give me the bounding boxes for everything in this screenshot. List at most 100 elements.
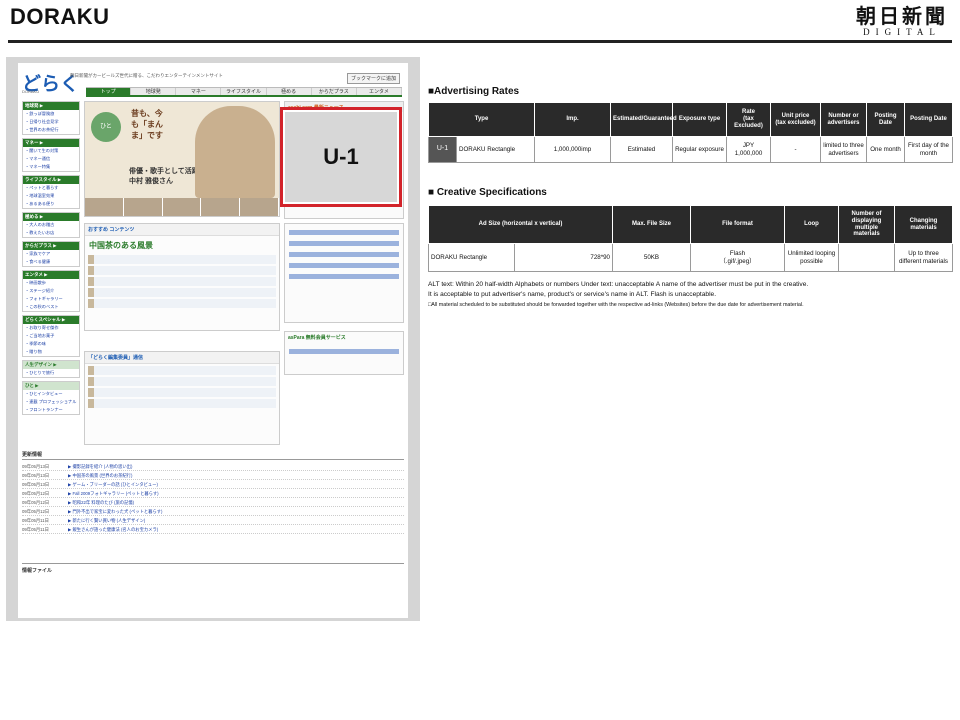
nav-entame[interactable]: エンタメ: [357, 88, 402, 95]
lnav-item[interactable]: ・世界のお茶紀行: [23, 126, 79, 134]
thumbnail[interactable]: [85, 198, 124, 216]
lnav-item[interactable]: ・贈り物: [23, 348, 79, 356]
nav-karada[interactable]: からだプラス: [312, 88, 357, 95]
specs-size: 728*90: [514, 243, 613, 272]
lnav-item[interactable]: ・この秋のベスト: [23, 303, 79, 311]
lnav-item[interactable]: ・連載 プロフェッショナル: [23, 398, 79, 406]
lnav-item[interactable]: ・お取り寄せ傑作: [23, 324, 79, 332]
recommend-row[interactable]: [88, 266, 276, 275]
nav-kiwameru[interactable]: 極める: [267, 88, 312, 95]
news-text[interactable]: ▶ 新たに行く賢い買い物 (人生デザイン): [68, 516, 145, 524]
recommend-row[interactable]: [88, 255, 276, 264]
news-row[interactable]: 09年05月13日 ▶ 撮影記録を紹介 (人物の思い出): [22, 462, 404, 471]
nav-money[interactable]: マネー: [176, 88, 222, 95]
news-row[interactable]: 09年05月11日 ▶ 飯生さんが語った健康法 (名人のお宝カメラ): [22, 525, 404, 534]
lnav-head[interactable]: エンタメ ▶: [23, 271, 79, 279]
lnav-head[interactable]: 地球発 ▶: [23, 102, 79, 110]
lnav-item[interactable]: ・マネー通信: [23, 155, 79, 163]
lnav-item[interactable]: ・聞いて生の対策: [23, 147, 79, 155]
thumbnail[interactable]: [162, 198, 202, 216]
thumbnail[interactable]: [201, 198, 241, 216]
editor-row[interactable]: [88, 388, 276, 397]
lnav-item[interactable]: ・教えたいお店: [23, 229, 79, 237]
lnav-item[interactable]: ・鉄っぽ冒険旅: [23, 110, 79, 118]
lnav-head[interactable]: 極める ▶: [23, 213, 79, 221]
nav-lifestyle[interactable]: ライフスタイル: [221, 88, 267, 95]
link-line[interactable]: [289, 349, 399, 354]
thumbnail[interactable]: [123, 198, 163, 216]
specs-th-changing: Changing materials: [894, 205, 953, 244]
doraku-page-mock: どらく DORAKU 朝日新聞がカービールズ世代に贈る、こだわりエンターテインメ…: [18, 63, 408, 618]
lnav-item[interactable]: ・フォトギャラリー: [23, 295, 79, 303]
lnav-item[interactable]: ・ステージ紹介: [23, 287, 79, 295]
editor-row[interactable]: [88, 399, 276, 408]
lnav-item[interactable]: ・地球温室効果: [23, 192, 79, 200]
link-line[interactable]: [289, 274, 399, 279]
hito-interview-banner[interactable]: ひと 昔も、今も「まんま」です 俳優・歌手として活躍 中村 雅俊さん: [84, 101, 280, 217]
lnav-head[interactable]: からだプラス ▶: [23, 242, 79, 250]
lnav-item[interactable]: ・ひとインタビュー: [23, 390, 79, 398]
editor-row[interactable]: [88, 366, 276, 375]
news-text[interactable]: ▶ 昭和22年 料理のたび (旅の記憶): [68, 498, 134, 506]
lnav-item[interactable]: ・日帰り社会見学: [23, 118, 79, 126]
hito-badge: ひと: [91, 112, 121, 142]
recommend-feature[interactable]: 中国茶のある風景: [85, 236, 279, 253]
lnav-item[interactable]: ・季節の味: [23, 340, 79, 348]
news-text[interactable]: ▶ 中国茶の風景 (世界のお茶紀行): [68, 471, 132, 479]
specs-th-max-size: Max. File Size: [612, 205, 691, 244]
logo-kanji: 朝日新聞: [856, 4, 948, 28]
logo-digital: DIGITAL: [863, 27, 941, 37]
lnav-item[interactable]: ・家族でケア: [23, 250, 79, 258]
news-row[interactable]: 09年05月13日 ▶ ゲーム・ブリーダーの話 (ひとインタビュー): [22, 480, 404, 489]
nav-top[interactable]: トップ: [86, 88, 132, 95]
thumbnail[interactable]: [240, 198, 279, 216]
news-updates: 更新情報 09年05月13日 ▶ 撮影記録を紹介 (人物の思い出) 09年05月1…: [22, 451, 404, 534]
nav-chikyu[interactable]: 地球発: [131, 88, 177, 95]
lnav-head[interactable]: 人生デザイン ▶: [23, 361, 79, 369]
lnav-head[interactable]: どらくスペシャル ▶: [23, 316, 79, 324]
news-row[interactable]: 09年05月12日 ▶ 昭和22年 料理のたび (旅の記憶): [22, 498, 404, 507]
specs-table: Ad Size (horizontal x vertical) Max. Fil…: [428, 205, 953, 272]
news-text[interactable]: ▶ 飯生さんが語った健康法 (名人のお宝カメラ): [68, 525, 158, 533]
news-row[interactable]: 09年05月12日 ▶ 門外不出で家宝に変わった犬 (ペットと暮らす): [22, 507, 404, 516]
lnav-item[interactable]: ・あるある便り: [23, 200, 79, 208]
site-tagline: 朝日新聞がカービールズ世代に贈る、こだわりエンターテインメントサイト: [70, 73, 223, 78]
editor-row[interactable]: [88, 377, 276, 386]
link-line[interactable]: [289, 252, 399, 257]
recommend-row[interactable]: [88, 299, 276, 308]
rates-table: Type Imp. Estimated/Guaranteed Exposure …: [428, 102, 953, 163]
news-text[interactable]: ▶ 門外不出で家宝に変わった犬 (ペットと暮らす): [68, 507, 162, 515]
news-row[interactable]: 09年05月11日 ▶ 新たに行く賢い買い物 (人生デザイン): [22, 516, 404, 525]
recommend-row[interactable]: [88, 288, 276, 297]
lnav-item[interactable]: ・ご当地お菓子: [23, 332, 79, 340]
bookmark-button[interactable]: ブックマークに追加: [346, 73, 400, 84]
lnav-item[interactable]: ・ペットと暮らす: [23, 184, 79, 192]
lnav-item[interactable]: ・フロントランナー: [23, 406, 79, 414]
lnav-head[interactable]: ひと ▶: [23, 382, 79, 390]
rates-type: DORAKU Rectangle: [456, 136, 535, 163]
lnav-head[interactable]: ライフスタイル ▶: [23, 176, 79, 184]
lnav-item[interactable]: ・映画散歩: [23, 279, 79, 287]
link-line[interactable]: [289, 230, 399, 235]
link-line[interactable]: [289, 241, 399, 246]
hero-portrait-image: [195, 106, 275, 198]
link-line[interactable]: [289, 263, 399, 268]
specs-multiple: [838, 243, 895, 272]
note-material-substitution: □All material scheduled to be substitute…: [428, 302, 804, 308]
news-row[interactable]: 09年05月12日 ▶ Fall 2009フォトギャラリー (ペットと暮らす): [22, 489, 404, 498]
lnav-item[interactable]: ・ひとりで旅行: [23, 369, 79, 377]
lnav-item[interactable]: ・マネー特集: [23, 163, 79, 171]
lnav-section: からだプラス ▶ ・家族でケア ・食べる健康: [22, 241, 80, 267]
news-text[interactable]: ▶ Fall 2009フォトギャラリー (ペットと暮らす): [68, 489, 159, 497]
lnav-item[interactable]: ・食べる健康: [23, 258, 79, 266]
rates-th-estimated: Estimated/Guaranteed: [610, 102, 677, 137]
news-text[interactable]: ▶ ゲーム・ブリーダーの話 (ひとインタビュー): [68, 480, 158, 488]
news-text[interactable]: ▶ 撮影記録を紹介 (人物の思い出): [68, 462, 132, 470]
recommend-row[interactable]: [88, 277, 276, 286]
lnav-head[interactable]: マネー ▶: [23, 139, 79, 147]
u1-ad-label: U-1: [323, 144, 359, 169]
rates-row-label: U-1: [428, 136, 457, 163]
lnav-item[interactable]: ・大人のお稽古: [23, 221, 79, 229]
hero-caption: 俳優・歌手として活躍: [129, 168, 199, 175]
news-row[interactable]: 09年05月13日 ▶ 中国茶の風景 (世界のお茶紀行): [22, 471, 404, 480]
